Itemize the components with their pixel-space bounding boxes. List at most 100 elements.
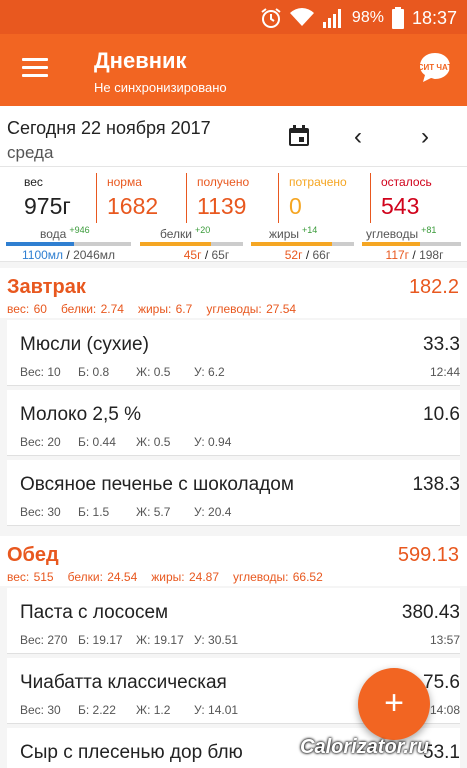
current-date: Сегодня 22 ноября 2017: [7, 118, 211, 138]
food-macros: Вес: 10 Б: 0.8 Ж: 0.5 У: 6.2: [20, 365, 225, 379]
meal-macros: вес: 60 белки: 2.74 жиры: 6.7 углеводы: 27.…: [7, 302, 310, 316]
meal-total: 599.13: [397, 544, 459, 566]
meal-weight: вес: 60: [7, 302, 47, 316]
food-kcal: 138.3: [412, 474, 460, 495]
food-item[interactable]: Мюсли (сухие) 33.3 Вес: 10 Б: 0.8 Ж: 0.5 У:…: [7, 320, 460, 386]
bar-have: 117г: [385, 248, 410, 262]
bar-have: 1100мл: [21, 248, 64, 262]
stat-value: 975г: [24, 193, 71, 219]
wifi-icon: [289, 8, 314, 26]
bar-fill: [6, 242, 74, 246]
clock: 18:37: [411, 7, 457, 28]
food-kcal: 75.6: [423, 672, 460, 693]
food-item[interactable]: Паста с лососем 380.43 Вес: 270 Б: 19.17 Ж…: [7, 588, 460, 654]
stat-label: норма: [107, 175, 142, 189]
meal-weight: вес: 515: [7, 570, 54, 584]
bar-label: белки: [160, 227, 192, 241]
stat-value: 1139: [197, 193, 247, 219]
food-time: 14:08: [429, 703, 460, 717]
bar-norm: 2046мл: [73, 248, 116, 262]
stat-value: 1682: [107, 193, 159, 219]
meal-name: Завтрак: [7, 276, 86, 298]
prev-day-chevron-icon[interactable]: ‹: [354, 123, 362, 151]
signal-icon: [322, 9, 341, 28]
meal-protein: белки: 24.54: [67, 570, 138, 584]
food-item[interactable]: Овсяное печенье с шоколадом 138.3 Вес: 3…: [7, 460, 460, 526]
sync-status: Не синхронизировано: [94, 80, 227, 95]
bar-label: вода: [40, 227, 67, 241]
bar-protein: белки +20 45г / 65г: [140, 225, 243, 262]
stat-value: 543: [381, 193, 420, 219]
app-bar: Дневник Не синхронизировано СИТ ЧАТ: [0, 34, 467, 106]
status-bar: 98% 18:37: [0, 0, 467, 34]
bar-label: жиры: [269, 227, 300, 241]
battery-percent: 98%: [351, 9, 384, 26]
meal-header-breakfast[interactable]: Завтрак 182.2 вес: 60 белки: 2.74 жиры: 6.…: [0, 268, 467, 318]
stat-spent: потрачено 0: [278, 173, 370, 223]
stat-label: потрачено: [289, 175, 347, 189]
stat-norm: норма 1682: [96, 173, 186, 223]
meal-name: Обед: [7, 544, 59, 566]
weekday: среда: [7, 143, 54, 162]
food-name: Овсяное печенье с шоколадом: [20, 474, 294, 495]
meal-fat: жиры: 24.87: [151, 570, 220, 584]
bar-label: углеводы: [366, 227, 419, 241]
bar-norm: 65г: [211, 248, 230, 262]
meal-carbs: углеводы: 66.52: [233, 570, 323, 584]
watermark: Calorizator.ru: [300, 736, 429, 758]
stat-weight: вес 975г: [24, 173, 94, 223]
meal-header-lunch[interactable]: Обед 599.13 вес: 515 белки: 24.54 жиры: 24…: [0, 536, 467, 586]
bar-norm: 198г: [419, 248, 444, 262]
menu-button[interactable]: [22, 58, 48, 80]
stat-label: получено: [197, 175, 250, 189]
food-macros: Вес: 30 Б: 2.22 Ж: 1.2 У: 14.01: [20, 703, 239, 717]
food-time: 13:57: [429, 633, 460, 647]
alarm-icon: [261, 8, 281, 28]
meal-carbs: углеводы: 27.54: [206, 302, 297, 316]
chat-label: СИТ ЧАТ: [418, 63, 453, 72]
stat-label: вес: [24, 175, 43, 189]
add-food-button[interactable]: +: [358, 668, 430, 740]
bar-have: 45г: [183, 248, 202, 262]
bar-fill: [362, 242, 421, 246]
calendar-icon[interactable]: [287, 124, 311, 148]
food-kcal: 33.3: [423, 334, 460, 355]
page-title: Дневник: [94, 48, 187, 73]
stat-label: осталось: [381, 175, 432, 189]
food-kcal: 10.6: [423, 404, 460, 425]
bar-have: 52г: [284, 248, 303, 262]
food-name: Мюсли (сухие): [20, 334, 149, 355]
food-kcal: 380.43: [401, 602, 460, 623]
bar-delta: +14: [302, 225, 318, 235]
battery-icon: [391, 7, 404, 29]
bar-norm: 66г: [312, 248, 331, 262]
chat-icon[interactable]: СИТ ЧАТ: [417, 50, 453, 86]
daily-summary: вес 975г норма 1682 получено 1139 потрач…: [0, 166, 467, 262]
bar-carbs: углеводы +81 117г / 198г: [362, 225, 461, 262]
bar-delta: +20: [194, 225, 211, 235]
next-day-chevron-icon[interactable]: ›: [421, 123, 429, 151]
food-time: 12:44: [429, 365, 460, 379]
food-name: Сыр с плесенью дор блю: [20, 742, 243, 763]
food-name: Чиабатта классическая: [20, 672, 227, 693]
food-macros: Вес: 30 Б: 1.5 Ж: 5.7 У: 20.4: [20, 505, 232, 519]
date-bar: Сегодня 22 ноября 2017 среда ‹ ›: [0, 106, 467, 166]
food-item[interactable]: Молоко 2,5 % 10.6 Вес: 20 Б: 0.44 Ж: 0.5 У:…: [7, 390, 460, 456]
meal-total: 182.2: [408, 276, 459, 298]
bar-fat: жиры +14 52г / 66г: [251, 225, 354, 262]
meal-macros: вес: 515 белки: 24.54 жиры: 24.87 углеводы:…: [7, 570, 337, 584]
bar-fill: [251, 242, 333, 246]
food-name: Паста с лососем: [20, 602, 169, 623]
bar-water: вода +946 1100мл / 2046мл: [6, 225, 131, 262]
menu-icon: [22, 58, 48, 61]
food-macros: Вес: 20 Б: 0.44 Ж: 0.5 У: 0.94: [20, 435, 232, 449]
food-name: Молоко 2,5 %: [20, 404, 142, 425]
stat-remaining: осталось 543: [370, 173, 462, 223]
meal-fat: жиры: 6.7: [137, 302, 193, 316]
bar-delta: +81: [421, 225, 437, 235]
meal-protein: белки: 2.74: [60, 302, 124, 316]
food-macros: Вес: 270 Б: 19.17 Ж: 19.17 У: 30.51: [20, 633, 239, 647]
stat-received: получено 1139: [186, 173, 278, 223]
bar-fill: [140, 242, 212, 246]
stat-value: 0: [289, 193, 302, 219]
